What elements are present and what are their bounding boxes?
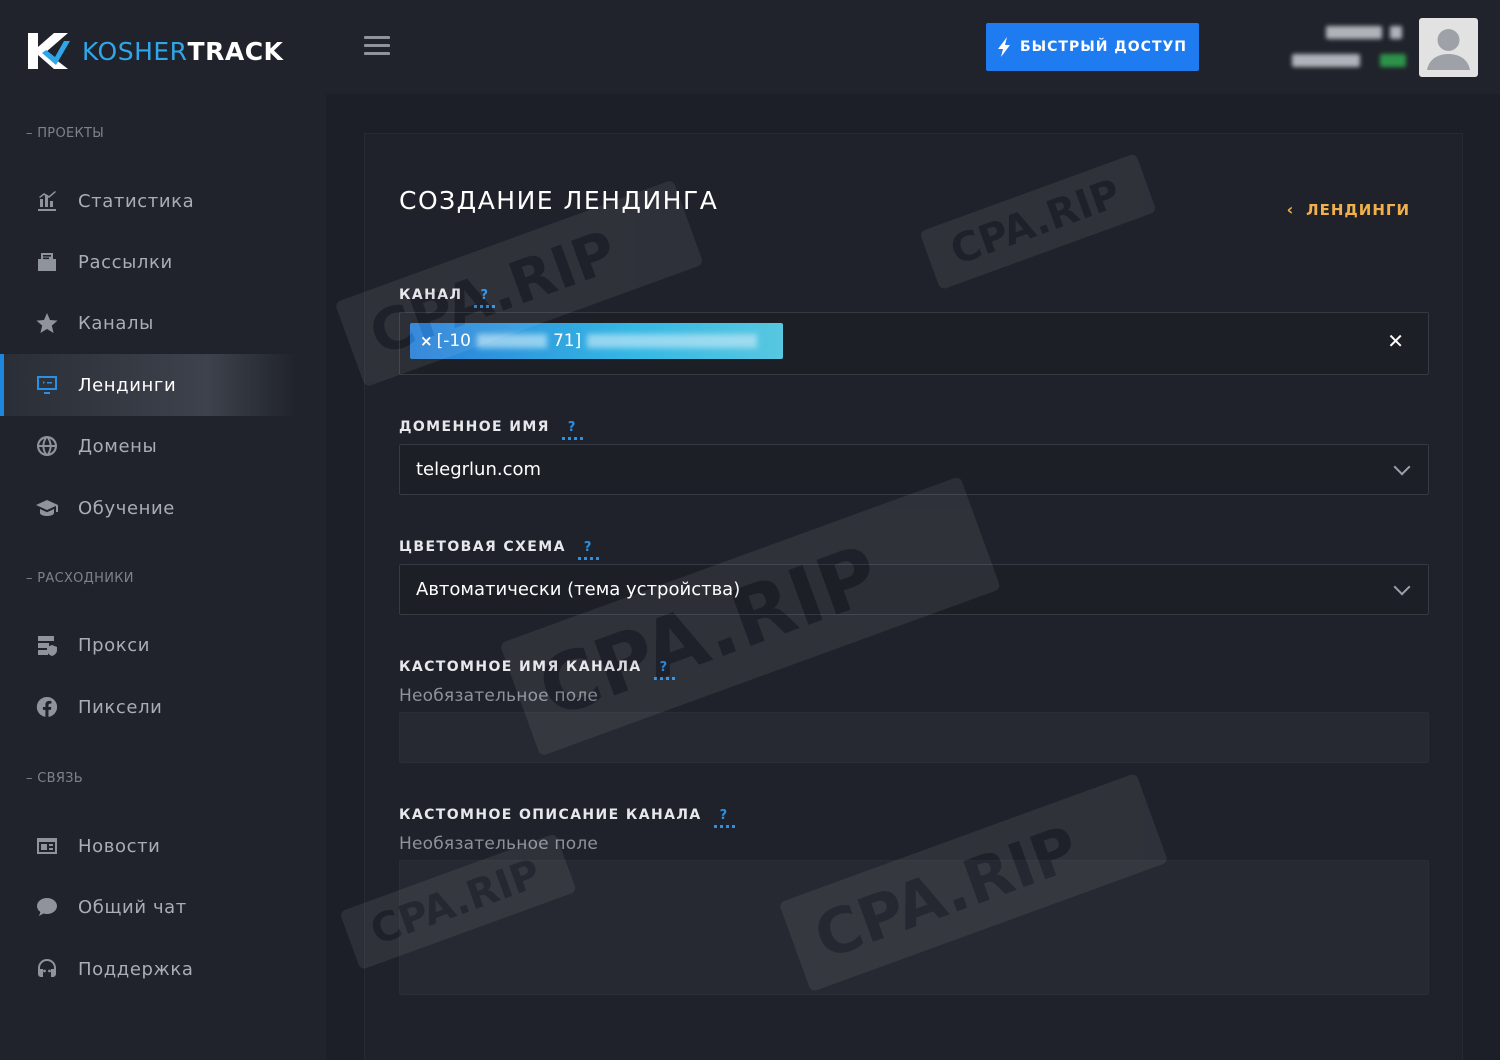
sidebar-item-support[interactable]: Поддержка — [0, 938, 296, 1000]
menu-toggle-icon[interactable] — [364, 36, 390, 56]
brand-logo[interactable]: KOSHERTRACK — [26, 30, 283, 72]
mailbox-icon — [34, 249, 60, 275]
sidebar-item-channels[interactable]: Каналы — [0, 292, 296, 354]
lightning-icon — [997, 37, 1010, 57]
custom-name-input[interactable] — [399, 712, 1429, 763]
custom-description-label-text: КАСТОМНОЕ ОПИСАНИЕ КАНАЛА — [399, 807, 702, 823]
sidebar-item-label: Прокси — [78, 634, 151, 656]
section-title-supplies: – РАСХОДНИКИ — [26, 571, 134, 586]
globe-icon — [34, 433, 60, 459]
custom-name-help-icon[interactable]: ? — [653, 660, 675, 680]
custom-name-label: КАСТОМНОЕ ИМЯ КАНАЛА? — [399, 659, 675, 680]
facebook-icon — [34, 694, 60, 720]
chevron-down-icon — [1393, 458, 1411, 475]
custom-description-label: КАСТОМНОЕ ОПИСАНИЕ КАНАЛА? — [399, 807, 735, 828]
custom-description-hint: Необязательное поле — [399, 834, 599, 854]
sidebar-item-label: Общий чат — [78, 896, 187, 918]
domain-label: ДОМЕННОЕ ИМЯ? — [399, 419, 583, 440]
graduation-cap-icon — [34, 495, 60, 521]
chevron-left-icon: ‹ — [1286, 200, 1295, 219]
chevron-down-icon — [1393, 578, 1411, 595]
sidebar-item-pixels[interactable]: Пиксели — [0, 676, 296, 738]
brand-name: KOSHERTRACK — [82, 37, 283, 66]
custom-name-label-text: КАСТОМНОЕ ИМЯ КАНАЛА — [399, 659, 642, 675]
color-scheme-help-icon[interactable]: ? — [577, 540, 599, 560]
user-name-redacted — [1390, 26, 1402, 39]
monitor-icon — [34, 372, 60, 398]
color-scheme-select[interactable]: Автоматически (тема устройства) — [399, 564, 1429, 615]
kosher-track-logo-icon — [28, 33, 70, 69]
channel-label: КАНАЛ? — [399, 287, 496, 308]
sidebar-item-label: Лендинги — [78, 374, 177, 396]
quick-access-button[interactable]: БЫСТРЫЙ ДОСТУП — [986, 23, 1199, 71]
channel-tag-suffix: 71] — [552, 331, 582, 351]
sidebar-item-domains[interactable]: Домены — [0, 415, 296, 477]
user-avatar-icon — [1427, 29, 1470, 70]
section-title-contact: – СВЯЗЬ — [26, 771, 84, 786]
color-scheme-label: ЦВЕТОВАЯ СХЕМА? — [399, 539, 599, 560]
topbar: БЫСТРЫЙ ДОСТУП — [326, 0, 1500, 94]
section-title-projects: – ПРОЕКТЫ — [26, 126, 105, 141]
headset-icon — [34, 956, 60, 982]
chat-bubble-icon — [34, 894, 60, 920]
sidebar: KOSHERTRACK – ПРОЕКТЫ Статистика Рассылк… — [0, 0, 326, 1060]
sidebar-item-label: Статистика — [78, 190, 195, 212]
brand-name-part1: KOSHER — [82, 36, 188, 66]
channel-help-icon[interactable]: ? — [474, 288, 496, 308]
sidebar-item-mailings[interactable]: Рассылки — [0, 231, 296, 293]
sidebar-item-label: Каналы — [78, 312, 154, 334]
page-title: СОЗДАНИЕ ЛЕНДИНГА — [399, 186, 719, 215]
channel-id-redacted — [476, 334, 547, 348]
custom-description-textarea[interactable] — [399, 860, 1429, 995]
sidebar-item-label: Новости — [78, 835, 161, 857]
custom-name-hint: Необязательное поле — [399, 686, 599, 706]
back-to-landings-link[interactable]: ‹ ЛЕНДИНГИ — [1287, 200, 1410, 219]
brand-name-part2: TRACK — [187, 36, 284, 66]
channel-multiselect[interactable]: × [-10 71] ✕ — [399, 312, 1429, 375]
domain-help-icon[interactable]: ? — [561, 420, 583, 440]
sidebar-item-general-chat[interactable]: Общий чат — [0, 876, 296, 938]
user-name-redacted — [1326, 26, 1382, 39]
sidebar-item-news[interactable]: Новости — [0, 815, 296, 877]
sidebar-item-label: Пиксели — [78, 696, 163, 718]
channel-label-text: КАНАЛ — [399, 287, 463, 303]
color-scheme-select-value: Автоматически (тема устройства) — [416, 579, 741, 600]
sidebar-item-landings[interactable]: Лендинги — [0, 354, 296, 416]
sidebar-item-education[interactable]: Обучение — [0, 477, 296, 539]
star-icon — [34, 310, 60, 336]
sidebar-item-statistics[interactable]: Статистика — [0, 170, 296, 232]
channel-tag[interactable]: × [-10 71] — [410, 323, 783, 359]
color-scheme-label-text: ЦВЕТОВАЯ СХЕМА — [399, 539, 566, 555]
newspaper-icon — [34, 833, 60, 859]
sidebar-item-label: Обучение — [78, 497, 175, 519]
quick-access-label: БЫСТРЫЙ ДОСТУП — [1019, 39, 1188, 55]
domain-select[interactable]: telegrlun.com — [399, 444, 1429, 495]
domain-select-value: telegrlun.com — [416, 459, 542, 480]
sidebar-item-label: Поддержка — [78, 958, 194, 980]
landing-form-card: СОЗДАНИЕ ЛЕНДИНГА ‹ ЛЕНДИНГИ КАНАЛ? × [-… — [364, 133, 1463, 1060]
clear-selection-icon[interactable]: ✕ — [1387, 329, 1404, 353]
sidebar-item-label: Рассылки — [78, 251, 173, 273]
back-link-label: ЛЕНДИНГИ — [1306, 200, 1410, 219]
channel-tag-prefix: [-10 — [436, 331, 471, 351]
domain-label-text: ДОМЕННОЕ ИМЯ — [399, 419, 550, 435]
sidebar-item-label: Домены — [78, 435, 158, 457]
user-status-redacted — [1380, 54, 1406, 67]
tag-remove-icon[interactable]: × — [420, 332, 433, 350]
sidebar-item-proxy[interactable]: Прокси — [0, 614, 296, 676]
server-shield-icon — [34, 632, 60, 658]
chart-icon — [34, 188, 60, 214]
avatar[interactable] — [1419, 18, 1478, 77]
user-balance-redacted — [1292, 54, 1360, 67]
channel-name-redacted — [587, 334, 758, 348]
custom-description-help-icon[interactable]: ? — [713, 808, 735, 828]
